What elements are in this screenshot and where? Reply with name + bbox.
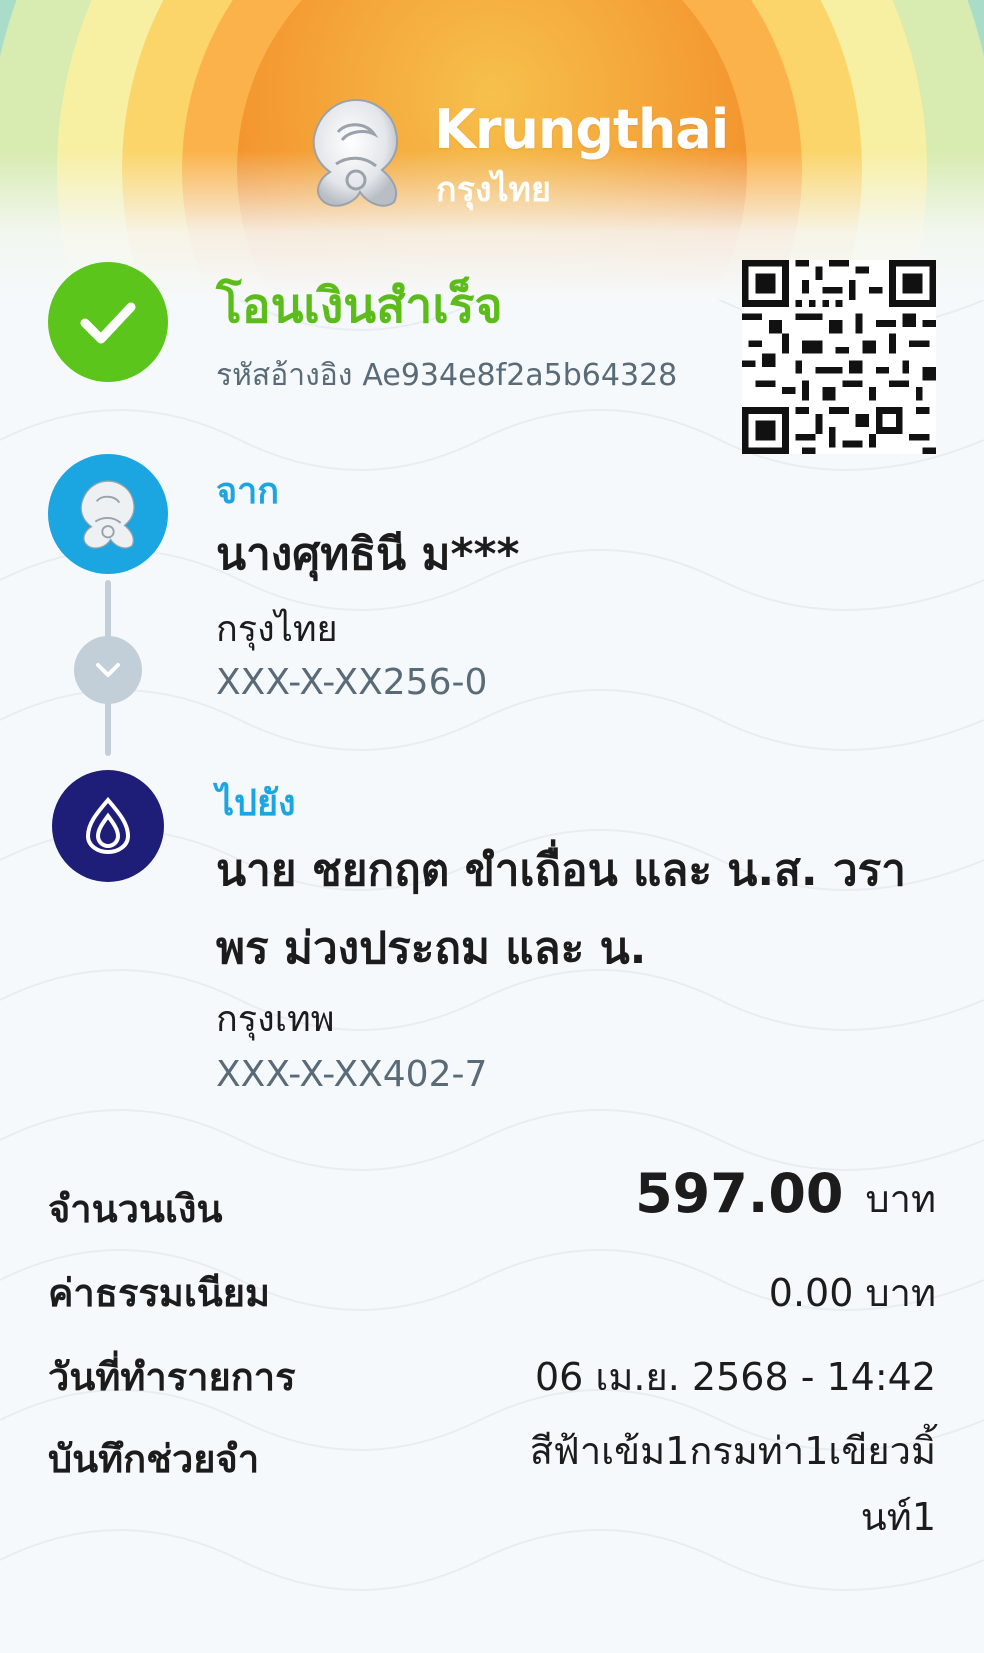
amount-value: 597.00 bbox=[635, 1162, 844, 1225]
from-account-number: XXX-X-XX256-0 bbox=[216, 662, 488, 703]
bangkok-bank-lotus-icon bbox=[85, 796, 131, 855]
to-account-number: XXX-X-XX402-7 bbox=[216, 1054, 488, 1095]
rainbow-header: Krungthai กรุงไทย bbox=[0, 0, 984, 300]
fee-value: 0.00 บาท bbox=[768, 1271, 936, 1315]
note-value: สีฟ้าเข้ม1กรมท่า1เขียวมิ้นท์1 bbox=[529, 1429, 936, 1539]
note-label: บันทึกช่วยจำ bbox=[48, 1437, 260, 1481]
to-label: ไปยัง bbox=[216, 783, 296, 824]
fee-label: ค่าธรรมเนียม bbox=[48, 1271, 271, 1315]
brand-name-th: กรุงไทย bbox=[436, 170, 551, 210]
krungthai-logo: Krungthai กรุงไทย bbox=[296, 92, 729, 212]
amount-row-value: 597.00 บาท bbox=[635, 1162, 936, 1229]
reference-label: รหัสอ้างอิง bbox=[216, 358, 353, 393]
amount-unit: บาท bbox=[865, 1177, 936, 1221]
date-label: วันที่ทำรายการ bbox=[48, 1355, 296, 1399]
to-bank-logo bbox=[52, 770, 164, 882]
check-icon bbox=[80, 302, 136, 344]
reference-line: รหัสอ้างอิง Ae934e8f2a5b64328 bbox=[216, 352, 677, 399]
to-bank-name: กรุงเทพ bbox=[216, 999, 335, 1040]
verification-qr-code[interactable] bbox=[742, 260, 936, 454]
krungthai-bird-icon bbox=[80, 480, 135, 549]
to-name: นาย ชยกฤต ขำเถื่อน และ น.ส. วราพร ม่วงปร… bbox=[216, 845, 906, 974]
from-name: นางศุทธินี ม*** bbox=[216, 529, 520, 580]
krungthai-bird-icon bbox=[312, 98, 398, 207]
reference-value: Ae934e8f2a5b64328 bbox=[362, 358, 678, 393]
from-label: จาก bbox=[216, 471, 280, 512]
date-value: 06 เม.ย. 2568 - 14:42 bbox=[534, 1355, 936, 1399]
from-bank-name: กรุงไทย bbox=[216, 609, 338, 650]
chevron-down-icon bbox=[96, 663, 120, 677]
expand-details-button[interactable] bbox=[74, 636, 142, 704]
status-title: โอนเงินสำเร็จ bbox=[216, 278, 503, 334]
brand-name-en: Krungthai bbox=[434, 98, 729, 161]
from-bank-logo bbox=[48, 454, 168, 574]
success-badge bbox=[48, 262, 168, 382]
amount-label: จำนวนเงิน bbox=[48, 1187, 223, 1231]
